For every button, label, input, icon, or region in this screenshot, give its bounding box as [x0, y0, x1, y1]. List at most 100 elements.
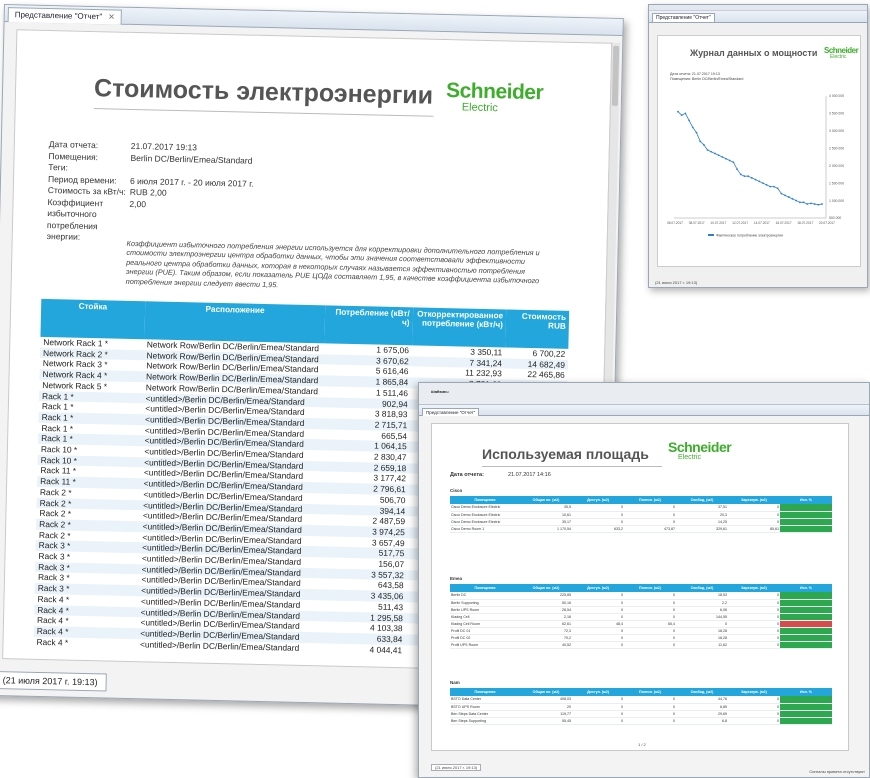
column-header[interactable]: Свобод. (м2) — [676, 496, 728, 504]
table-cell: 408,03 — [520, 696, 572, 704]
usage-indicator — [780, 703, 832, 711]
column-header[interactable]: Свобод. (м2) — [676, 688, 728, 696]
column-header[interactable]: Исп. % — [780, 584, 832, 592]
data-point — [773, 185, 775, 188]
table-cell: 37,51 — [676, 504, 728, 512]
tab-report-view[interactable]: Представление "Отчет" — [652, 13, 715, 22]
data-point — [798, 201, 801, 204]
report-date-key: Дата отчета: — [450, 472, 484, 478]
schneider-logo: Schneider Electric — [446, 79, 544, 115]
column-header[interactable]: Исп. % — [780, 496, 832, 504]
table-cell: 18,28 — [676, 634, 728, 642]
y-tick-label: 2 500 000 — [829, 146, 844, 150]
table-cell: Kladng Cell Room — [450, 620, 520, 628]
table-cell: 0 — [728, 696, 780, 704]
table-cell: 10,61 — [520, 511, 572, 519]
table-cell: 0 — [624, 613, 676, 621]
column-header[interactable]: Общая пл. (м2) — [520, 584, 572, 592]
status-label: (21 июля 2017 г. 19:13) — [431, 764, 482, 771]
column-header[interactable]: Полезн. (м2) — [624, 496, 676, 504]
column-header[interactable]: Полезн. (м2) — [624, 584, 676, 592]
column-header[interactable]: Помещения — [450, 496, 520, 504]
table-cell: 0 — [572, 703, 624, 711]
table-row: Profil UPS Room 40,52 0 0 11,62 0 — [450, 641, 832, 649]
table-cell: Ben Steps Supporting — [450, 717, 520, 725]
data-point — [780, 192, 783, 195]
x-tick-label: 10.07.2017 — [710, 221, 726, 225]
table-cell: 225,85 — [520, 592, 572, 600]
data-point — [754, 178, 757, 181]
column-header[interactable]: Доступ. (м2) — [572, 688, 624, 696]
table-cell: 35,17 — [520, 518, 572, 526]
table-cell: Cisco Demo Room 1 — [450, 525, 520, 533]
window-toolbar: Шаблоны отчётов — [419, 383, 869, 405]
data-point — [680, 114, 683, 117]
y-tick-label: 4 000 000 — [829, 94, 844, 98]
column-header[interactable]: Помещения — [450, 584, 520, 592]
report-date-value: 21.07.2017 14:16 — [507, 472, 551, 478]
table-cell: 20 — [520, 703, 572, 711]
table-cell: 6,8 — [676, 717, 728, 725]
table-cell: 1 170,54 — [520, 525, 572, 533]
table-cell: 11,62 — [676, 641, 728, 649]
table-cell: 633,2 — [572, 525, 624, 533]
close-icon[interactable]: ✕ — [108, 12, 115, 21]
table-cell: 18,53 — [676, 592, 728, 600]
table-cell: 0 — [728, 627, 780, 635]
usage-indicator — [780, 627, 832, 635]
table-cell: Profil UPS Room — [450, 641, 520, 649]
table-cell: 0 — [624, 696, 676, 704]
y-tick-label: 3 500 000 — [829, 112, 844, 116]
column-header[interactable]: Расположение — [143, 301, 326, 344]
report-title: Используемая площадь — [482, 446, 649, 462]
table-cell: 0 — [728, 511, 780, 519]
column-header[interactable]: Зарезерв. (м2) — [728, 688, 780, 696]
data-point — [802, 201, 805, 204]
legend-swatch — [708, 234, 714, 236]
column-header[interactable]: Исп. % — [780, 688, 832, 696]
page-number: 1 / 2 — [638, 742, 646, 747]
table-cell: 0 — [572, 634, 624, 642]
report-title: Стоимость электроэнергии — [93, 74, 434, 110]
table-row: Cisco Demo Enclosure Electric 10,61 0 0 20,3… — [450, 511, 832, 519]
column-header[interactable]: Стоимость RUB — [505, 309, 570, 349]
table-cell: 48,4 — [572, 620, 624, 628]
table-cell: 0 — [728, 620, 780, 628]
data-point — [739, 173, 742, 176]
column-header[interactable]: Откорректированное потребление (кВт/ч) — [412, 307, 507, 348]
table-cell: 85,61 — [728, 525, 780, 533]
table-cell: 0 — [572, 592, 624, 600]
data-point — [765, 183, 768, 186]
table-cell: 35,5 — [520, 504, 572, 512]
table-cell: 0 — [728, 703, 780, 711]
data-point — [791, 197, 794, 200]
column-header[interactable]: Доступ. (м2) — [572, 584, 624, 592]
column-header[interactable]: Потребление (кВт/ч) — [324, 305, 413, 346]
column-header[interactable]: Общая пл. (м2) — [520, 688, 572, 696]
tab-report-view[interactable]: Представление "Отчет" — [422, 408, 480, 416]
table-row: Kladng Cell 2,16 0 0 144,55 0 — [450, 613, 832, 621]
column-header[interactable]: Общая пл. (м2) — [520, 496, 572, 504]
table-row: Profil DC 02 70,2 0 0 18,28 0 — [450, 634, 832, 642]
column-header[interactable]: Свобод. (м2) — [676, 584, 728, 592]
column-header[interactable]: Зарезерв. (м2) — [728, 496, 780, 504]
x-tick-label: 16.07.2017 — [776, 221, 792, 225]
column-header[interactable]: Стойка — [40, 298, 145, 340]
column-header[interactable]: Зарезерв. (м2) — [728, 584, 780, 592]
logo-sub: Electric — [678, 454, 701, 461]
table-cell: 0 — [728, 634, 780, 642]
data-point — [776, 187, 779, 190]
column-header[interactable]: Доступ. (м2) — [572, 496, 624, 504]
scrollbar-thumb[interactable] — [611, 45, 620, 106]
used-area-window: Шаблоны отчётов Представление "Отчет" Исп… — [418, 382, 870, 778]
table-row: BSTO Data Center 408,03 0 0 44,76 0 — [450, 696, 832, 704]
table-row: Berlin Supporting 50,16 0 0 2,2 0 — [450, 599, 832, 607]
x-tick-label: 20.07.2017 — [819, 221, 835, 225]
table-cell: 4 044,41 — [369, 644, 403, 655]
power-series-line — [677, 111, 823, 206]
column-header[interactable]: Помещения — [450, 688, 520, 696]
tab-report-view[interactable]: Представление "Отчет" ✕ — [7, 7, 123, 25]
data-point — [795, 199, 798, 202]
data-point — [725, 157, 727, 160]
column-header[interactable]: Полезн. (м2) — [624, 688, 676, 696]
